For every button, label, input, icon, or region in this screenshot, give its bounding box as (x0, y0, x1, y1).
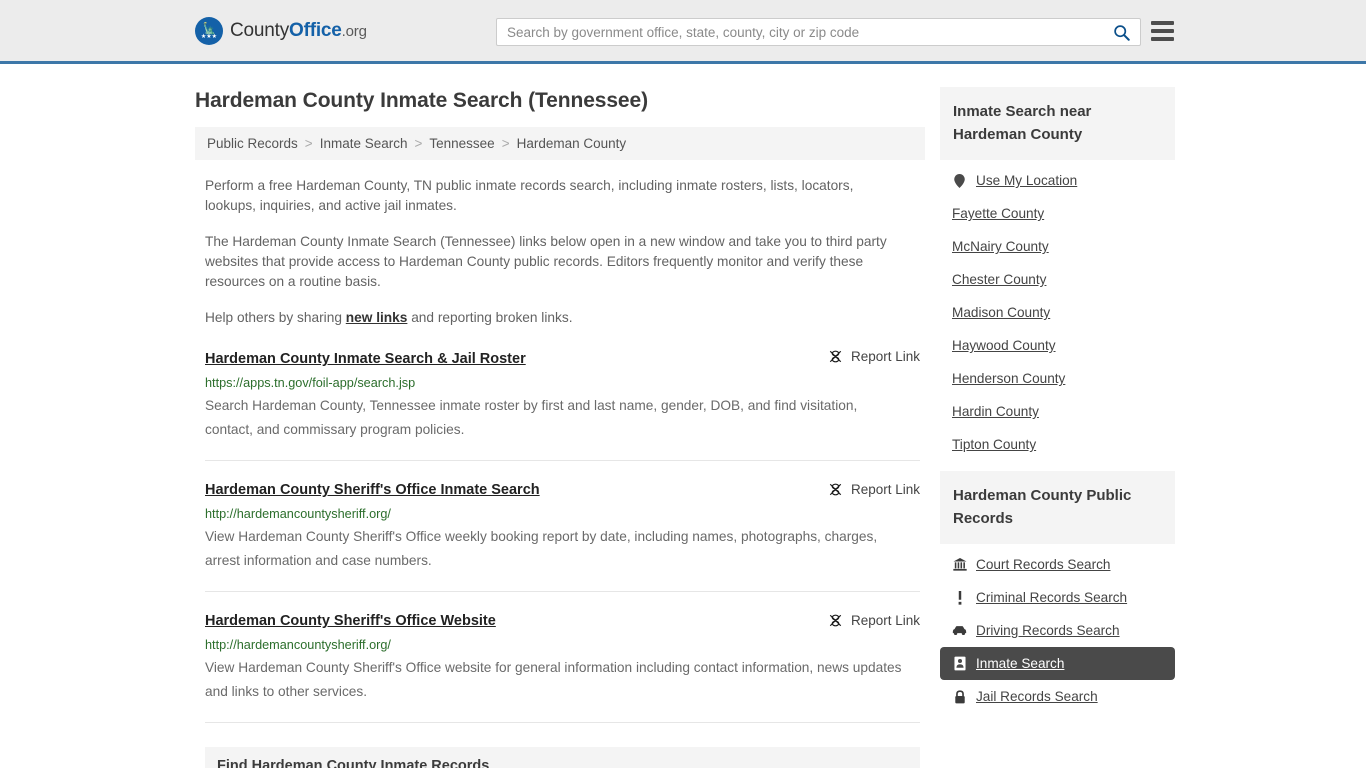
page-title: Hardeman County Inmate Search (Tennessee… (195, 89, 648, 112)
result-item: Hardeman County Inmate Search & Jail Ros… (205, 328, 920, 461)
sidebar-item-hardin-county[interactable]: Hardin County (940, 395, 1175, 428)
sidebar-item-jail-records-search[interactable]: Jail Records Search (940, 680, 1175, 713)
site-header: 🗽 ★★★ CountyOffice.org (0, 0, 1366, 64)
broken-link-icon (829, 614, 842, 627)
sidebar-item-label: Inmate Search (976, 656, 1065, 671)
help-prefix: Help others by sharing (205, 310, 346, 325)
result-description: View Hardeman County Sheriff's Office we… (205, 660, 902, 699)
intro-paragraph-2: The Hardeman County Inmate Search (Tenne… (205, 234, 887, 289)
sidebar-panel-near: Inmate Search near Hardeman County Use M… (940, 87, 1175, 461)
logo-text-tld: .org (341, 22, 367, 40)
main-column: Hardeman County Inmate Search (Tennessee… (195, 64, 925, 768)
eagle-seal-icon: 🗽 ★★★ (195, 16, 223, 45)
sidebar-item-fayette-county[interactable]: Fayette County (940, 197, 1175, 230)
car-icon (952, 625, 967, 636)
section-heading: Find Hardeman County Inmate Records (205, 747, 920, 768)
map-pin-icon (952, 173, 967, 188)
sidebar-item-tipton-county[interactable]: Tipton County (940, 428, 1175, 461)
broken-link-icon (829, 350, 842, 363)
sidebar-item-madison-county[interactable]: Madison County (940, 296, 1175, 329)
breadcrumb-item-inmate-search[interactable]: Inmate Search (320, 136, 408, 151)
logo-text-office: Office (289, 19, 342, 41)
breadcrumb-separator-1: > (304, 136, 313, 151)
hamburger-bar-1 (1151, 21, 1174, 25)
breadcrumb: Public Records > Inmate Search > Tenness… (195, 127, 925, 160)
breadcrumb-separator-3: > (501, 136, 510, 151)
report-link-label: Report Link (850, 349, 920, 364)
sidebar-item-label: Tipton County (952, 437, 1037, 452)
breadcrumb-item-hardeman-county[interactable]: Hardeman County (517, 136, 627, 151)
search-input[interactable] (497, 24, 1109, 40)
result-url[interactable]: https://apps.tn.gov/foil-app/search.jsp (205, 375, 920, 391)
sidebar-item-chester-county[interactable]: Chester County (940, 263, 1175, 296)
sidebar-item-label: Hardin County (952, 404, 1039, 419)
broken-link-icon (829, 483, 842, 496)
intro-paragraph-1: Perform a free Hardeman County, TN publi… (205, 178, 854, 213)
id-card-icon (952, 656, 967, 671)
sidebar: Inmate Search near Hardeman County Use M… (940, 64, 1175, 768)
site-logo[interactable]: 🗽 ★★★ CountyOffice.org (195, 16, 367, 45)
report-link-button[interactable]: Report Link (828, 613, 920, 628)
sidebar-item-court-records-search[interactable]: Court Records Search (940, 548, 1175, 581)
sidebar-item-label: Haywood County (952, 338, 1056, 353)
sidebar-item-haywood-county[interactable]: Haywood County (940, 329, 1175, 362)
result-item: Hardeman County Sheriff's Office Website… (205, 592, 920, 723)
sidebar-item-use-my-location[interactable]: Use My Location (940, 164, 1175, 197)
sidebar-item-label: Use My Location (976, 173, 1078, 188)
sidebar-item-label: Chester County (952, 272, 1047, 287)
report-link-button[interactable]: Report Link (828, 349, 920, 364)
result-description: View Hardeman County Sheriff's Office we… (205, 529, 878, 568)
help-suffix: and reporting broken links. (407, 310, 573, 325)
sidebar-panel-near-heading: Inmate Search near Hardeman County (940, 87, 1175, 160)
report-link-label: Report Link (850, 482, 920, 497)
search-button[interactable] (1109, 19, 1140, 45)
sidebar-item-mcnairy-county[interactable]: McNairy County (940, 230, 1175, 263)
hamburger-menu-icon[interactable] (1151, 21, 1174, 41)
report-link-button[interactable]: Report Link (828, 482, 920, 497)
breadcrumb-separator-2: > (414, 136, 423, 151)
sidebar-item-label: Criminal Records Search (976, 590, 1128, 605)
report-link-label: Report Link (850, 613, 920, 628)
sidebar-item-label: Fayette County (952, 206, 1045, 221)
new-links-link[interactable]: new links (346, 310, 408, 325)
sidebar-item-label: Henderson County (952, 371, 1066, 386)
sidebar-item-criminal-records-search[interactable]: Criminal Records Search (940, 581, 1175, 614)
result-title-link[interactable]: Hardeman County Inmate Search & Jail Ros… (205, 350, 526, 368)
sidebar-item-label: McNairy County (952, 239, 1049, 254)
sidebar-item-label: Madison County (952, 305, 1051, 320)
breadcrumb-item-tennessee[interactable]: Tennessee (429, 136, 494, 151)
result-title-link[interactable]: Hardeman County Sheriff's Office Website (205, 612, 496, 630)
sidebar-item-henderson-county[interactable]: Henderson County (940, 362, 1175, 395)
sidebar-item-label: Court Records Search (976, 557, 1111, 572)
breadcrumb-item-public-records[interactable]: Public Records (207, 136, 298, 151)
sidebar-item-driving-records-search[interactable]: Driving Records Search (940, 614, 1175, 647)
result-title-link[interactable]: Hardeman County Sheriff's Office Inmate … (205, 481, 540, 499)
result-description: Search Hardeman County, Tennessee inmate… (205, 398, 858, 437)
help-paragraph: Help others by sharing new links and rep… (205, 308, 895, 328)
sidebar-panel-records-heading: Hardeman County Public Records (940, 471, 1175, 544)
exclamation-icon (952, 590, 967, 605)
sidebar-item-label: Jail Records Search (976, 689, 1098, 704)
logo-text: CountyOffice.org (230, 20, 367, 42)
sidebar-item-inmate-search[interactable]: Inmate Search (940, 647, 1175, 680)
result-item: Hardeman County Sheriff's Office Inmate … (205, 461, 920, 592)
courthouse-icon (952, 558, 967, 571)
sidebar-panel-records: Hardeman County Public Records Court Rec… (940, 471, 1175, 713)
result-url[interactable]: http://hardemancountysheriff.org/ (205, 637, 920, 653)
logo-text-county: County (230, 19, 290, 41)
page-body: Hardeman County Inmate Search (Tennessee… (0, 64, 1366, 768)
sidebar-records-list: Court Records Search Criminal Records Se… (940, 544, 1175, 713)
hamburger-bar-3 (1151, 37, 1174, 41)
search-icon (1114, 24, 1130, 41)
result-url[interactable]: http://hardemancountysheriff.org/ (205, 506, 920, 522)
lock-icon (952, 689, 967, 704)
content-container: Hardeman County Inmate Search (Tennessee… (195, 64, 1175, 768)
sidebar-near-list: Use My Location Fayette County McNairy C… (940, 160, 1175, 461)
sidebar-item-label: Driving Records Search (976, 623, 1120, 638)
search-bar (496, 18, 1141, 46)
hamburger-bar-2 (1151, 29, 1174, 33)
